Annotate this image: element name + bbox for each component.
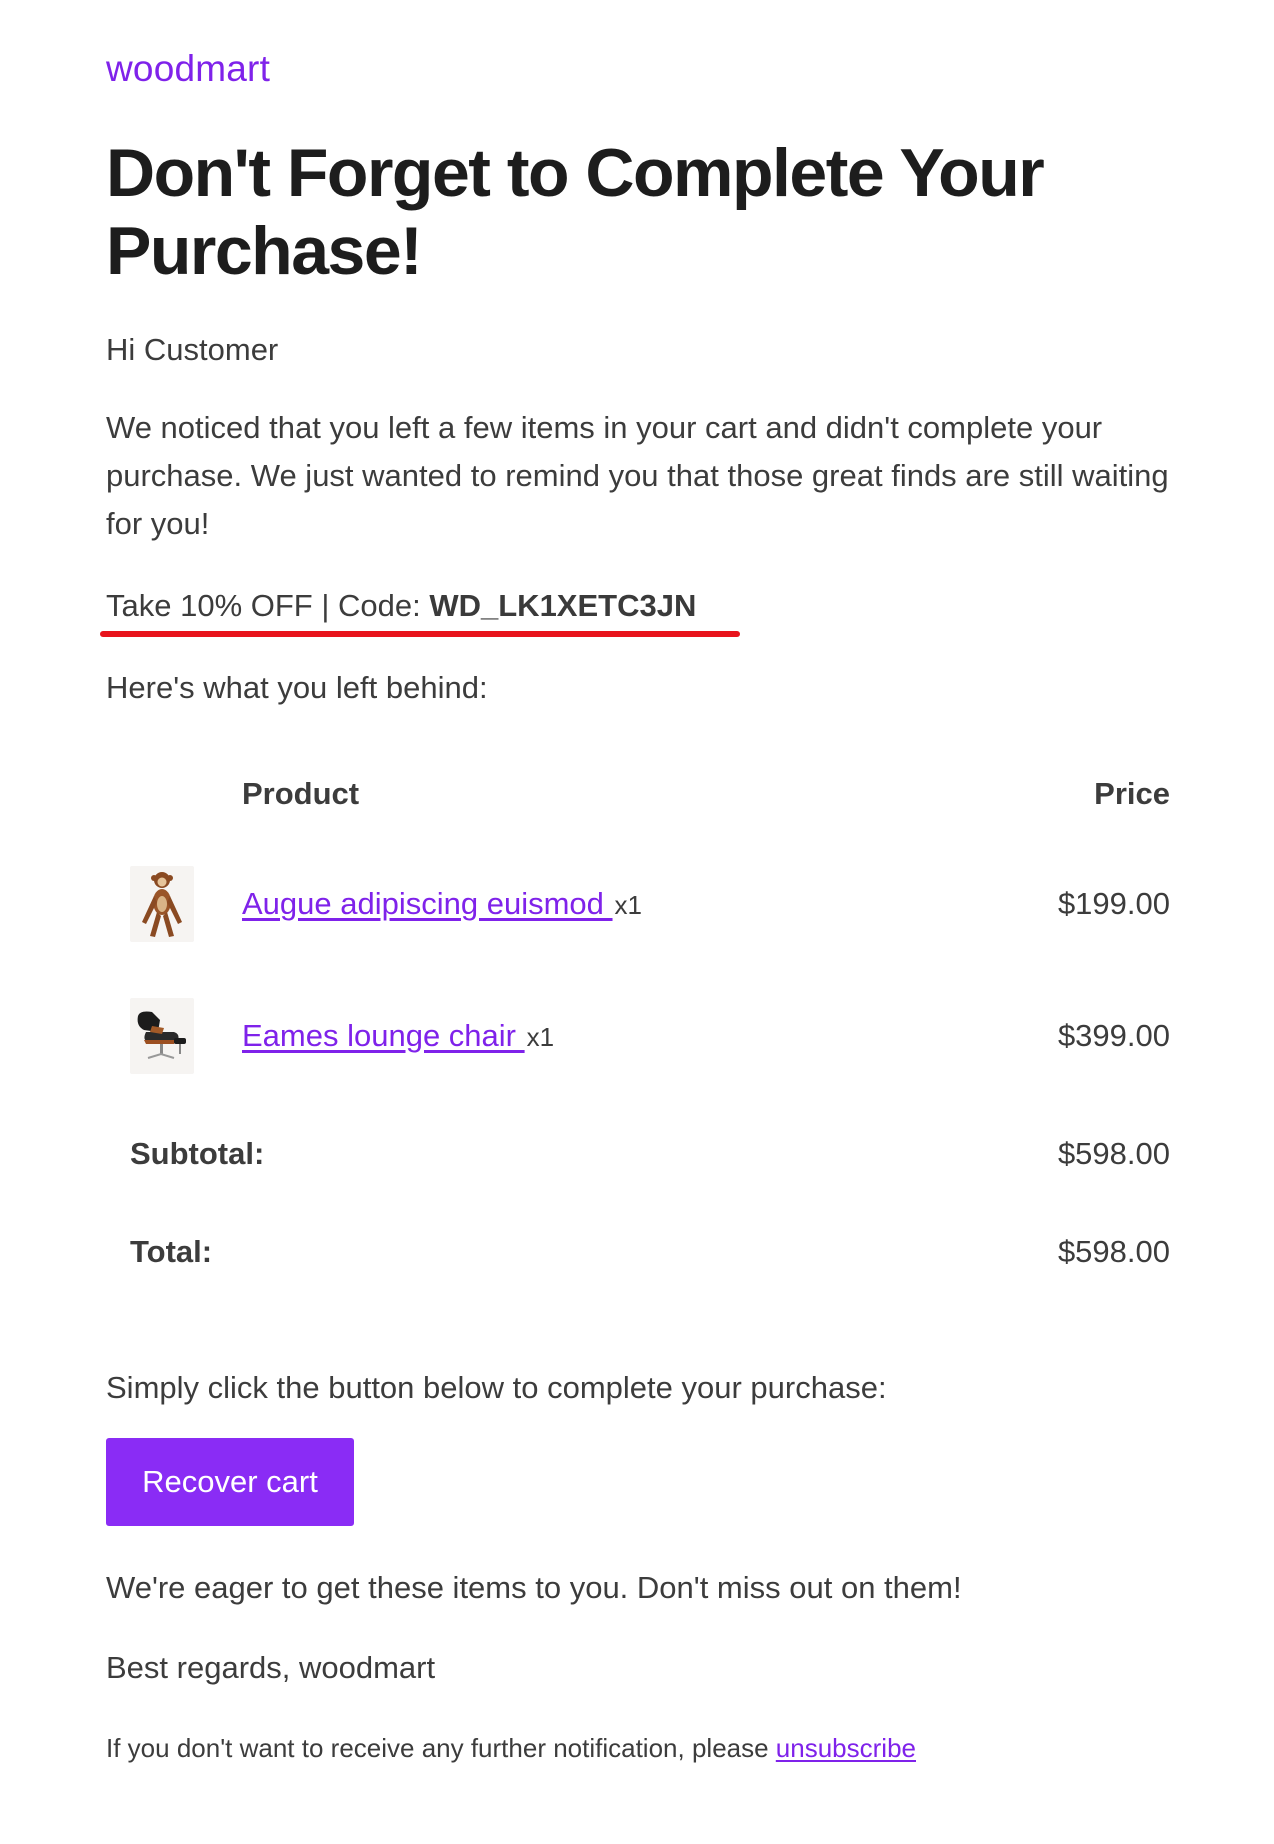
promo-line: Take 10% OFF | Code: WD_LK1XETC3JN [106, 582, 696, 630]
subtotal-value: $598.00 [1057, 1136, 1170, 1171]
lounge-chair-icon[interactable] [130, 998, 194, 1074]
recover-cart-button[interactable]: Recover cart [106, 1438, 354, 1526]
price-column-header: Price [1094, 776, 1170, 811]
product-column-header: Product [242, 776, 360, 811]
total-value: $598.00 [1057, 1234, 1170, 1269]
product-link[interactable]: Eames lounge chair x1 [242, 1018, 554, 1054]
table-row: Augue adipiscing euismod x1 $199.00 [106, 866, 1170, 946]
product-name[interactable]: Augue adipiscing euismod [242, 886, 613, 921]
table-row: Eames lounge chair x1 $399.00 [106, 998, 1170, 1078]
eager-text: We're eager to get these items to you. D… [106, 1570, 962, 1605]
brand-name: woodmart [106, 48, 271, 89]
product-quantity: x1 [526, 1022, 555, 1052]
promo-highlight-underline [100, 631, 740, 637]
unsubscribe-link[interactable]: unsubscribe [776, 1733, 916, 1763]
product-price: $199.00 [1057, 886, 1170, 921]
promo-prefix: Take 10% OFF | Code: [106, 588, 430, 623]
promo-code: WD_LK1XETC3JN [429, 588, 697, 623]
product-name[interactable]: Eames lounge chair [242, 1018, 525, 1053]
greeting-text: Hi Customer [106, 332, 279, 367]
product-price: $399.00 [1057, 1018, 1170, 1053]
product-link[interactable]: Augue adipiscing euismod x1 [242, 886, 642, 922]
total-label: Total: [130, 1234, 213, 1269]
footer-note: If you don't want to receive any further… [106, 1728, 916, 1768]
left-behind-text: Here's what you left behind: [106, 670, 488, 705]
cta-text: Simply click the button below to complet… [106, 1370, 887, 1405]
wooden-monkey-figure-icon[interactable] [130, 866, 194, 942]
product-quantity: x1 [614, 890, 642, 920]
email-title: Don't Forget to Complete Your Purchase! [106, 135, 1045, 289]
subtotal-label: Subtotal: [130, 1136, 265, 1171]
footer-text: If you don't want to receive any further… [106, 1733, 776, 1763]
intro-paragraph: We noticed that you left a few items in … [106, 410, 1169, 541]
regards-text: Best regards, woodmart [106, 1650, 436, 1685]
